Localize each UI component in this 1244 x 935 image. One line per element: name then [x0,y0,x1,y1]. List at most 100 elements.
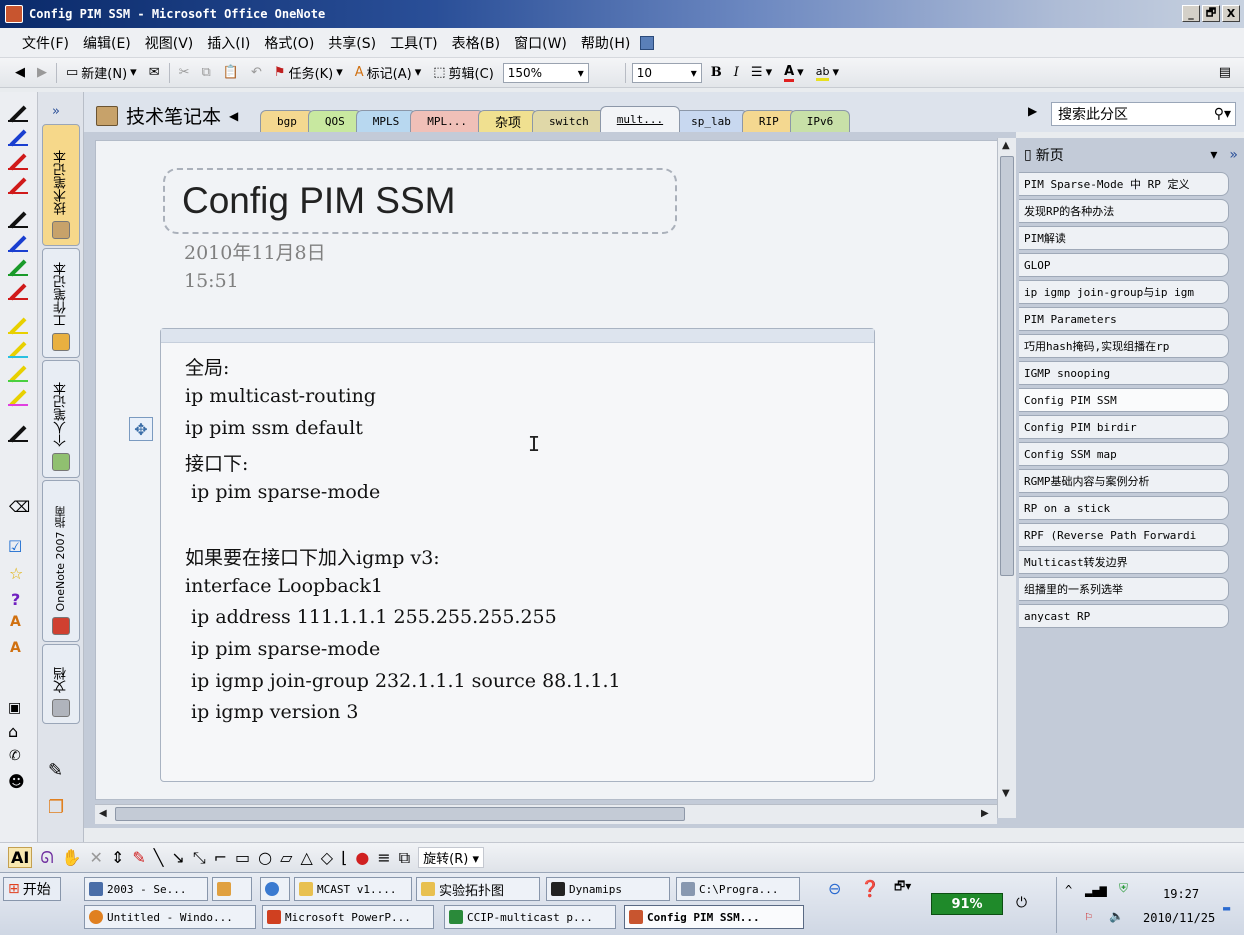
page-tab[interactable]: Config PIM birdir [1019,415,1229,439]
bullets-button[interactable]: ☰ ▾ [748,65,775,80]
tag-button[interactable]: A 标记(A) ▾ [352,63,424,82]
page-tab[interactable]: Multicast转发边界 [1019,550,1229,574]
page-tab[interactable]: RGMP基础内容与案例分析 [1019,469,1229,493]
scroll-left-icon[interactable]: ◀ [99,808,107,819]
notebook-tab-tech[interactable]: 技术笔记本 [42,124,80,246]
note-container[interactable]: 全局: ip multicast-routing ip pim ssm defa… [160,328,875,782]
eraser-icon[interactable]: ⌫ [9,498,30,516]
menu-help[interactable]: 帮助(H) [577,33,640,53]
section-tab-bgp[interactable]: bgp [260,110,314,132]
page-tab[interactable]: ip igmp join-group与ip igm [1019,280,1229,304]
close-button[interactable]: X [1222,5,1240,22]
cut-button[interactable]: ✂ [176,65,193,80]
clip-button[interactable]: ⬚ 剪辑(C) [430,63,497,82]
graph-icon[interactable]: ⌊ [341,848,347,867]
menu-share[interactable]: 共享(S) [324,33,386,53]
page-tab[interactable]: PIM解读 [1019,226,1229,250]
taskbar-item[interactable]: 2003 - Se... [84,877,208,901]
page-tab[interactable]: anycast RP [1019,604,1229,628]
section-tab-mpl[interactable]: MPL... [410,110,484,132]
section-tab-mpls[interactable]: MPLS [355,110,417,132]
taskbar-item[interactable]: Microsoft PowerP... [262,905,434,929]
restore-icon[interactable]: 🗗▾ [894,877,911,898]
layout-pane-button[interactable]: ▤ [1216,65,1234,80]
expand-tray-icon[interactable]: ^ [1065,883,1072,897]
rotate-button[interactable]: 旋转(R) ▾ [418,847,484,868]
note-line[interactable]: ip pim sparse-mode [185,481,380,503]
axis-tool-icon[interactable]: ⌐ [214,848,227,867]
taskbar-item[interactable]: CCIP-multicast p... [444,905,616,929]
highlight-a-icon[interactable]: A [10,614,21,630]
back-button[interactable]: ◀ [12,65,28,80]
note-line[interactable]: ip pim sparse-mode [185,638,380,660]
restore-button[interactable]: 🗗 [1202,5,1220,22]
taskbar-item-active[interactable]: Config PIM SSM... [624,905,804,929]
star-icon[interactable]: ☆ [9,564,23,583]
taskbar-item[interactable] [212,877,252,901]
rectangle-icon[interactable]: ▭ [235,848,250,867]
menu-edit[interactable]: 编辑(E) [79,33,141,53]
menu-file[interactable]: 文件(F) [18,33,79,53]
people-icon[interactable]: ☻ [8,772,25,791]
font-size-select[interactable]: 10 ▾ [631,62,702,83]
menu-window[interactable]: 窗口(W) [510,33,577,53]
panning-hand-icon[interactable]: ✋ [62,848,82,867]
color-picker-icon[interactable]: ● [355,848,369,867]
search-icon[interactable]: ⚲▾ [1214,106,1231,122]
notebook-tab-personal[interactable]: 个人笔记本 [42,360,80,478]
note-line[interactable]: ip igmp join-group 232.1.1.1 source 88.1… [185,670,621,692]
triangle-icon[interactable]: △ [300,848,312,867]
taskbar-item[interactable]: C:\Progra... [676,877,800,901]
forward-button[interactable]: ▶ [34,65,50,80]
signal-icon[interactable]: ▂▄▆ [1085,883,1107,897]
menu-view[interactable]: 视图(V) [141,33,204,53]
section-tab-qos[interactable]: QOS [307,110,362,132]
checkbox-icon[interactable]: ☑ [8,537,22,556]
page-title[interactable]: Config PIM SSM [182,180,455,222]
section-tab-sp-lab[interactable]: sp_lab [674,110,748,132]
section-tab-switch[interactable]: switch [532,110,606,132]
notebook-tab-work[interactable]: 工作笔记本 [42,248,80,358]
scroll-down-icon[interactable]: ▼ [1002,788,1010,799]
copy-button[interactable]: ⧉ [199,65,214,80]
notebook-tab-docs[interactable]: 文档 [42,644,80,724]
page-tab[interactable]: 发现RP的各种办法 [1019,199,1229,223]
help-icon[interactable]: ❓ [860,879,880,898]
text-tool-icon[interactable]: AI [8,847,33,868]
page-tab[interactable]: 巧用hash掩码,实现组播在rp [1019,334,1229,358]
phone-icon[interactable]: ✆ [9,748,21,764]
scroll-left-icon[interactable]: ◀ [229,109,238,123]
note-line[interactable]: ip pim ssm default [185,417,363,439]
expand-navigation-icon[interactable]: » [52,104,60,119]
taskbar-item[interactable]: MCAST v1.... [294,877,412,901]
contact-icon[interactable]: ▣ [8,700,21,716]
question-icon[interactable]: ? [11,590,20,609]
pen-tool-icon[interactable]: ✎ [132,848,145,867]
taskbar-item[interactable]: Dynamips [546,877,670,901]
security-shield-icon[interactable]: ⛨ [1119,881,1128,896]
line-tool-icon[interactable]: ╲ [154,848,164,867]
page-tab[interactable]: GLOP [1019,253,1229,277]
page-tab[interactable]: Config SSM map [1019,442,1229,466]
paste-button[interactable]: 📋 [220,65,242,80]
page-tab[interactable]: RPF (Reverse Path Forwardi [1019,523,1229,547]
scroll-thumb[interactable] [115,807,685,821]
arrow-tool-icon[interactable]: ↘ [171,848,184,867]
scroll-right-icon[interactable]: ▶ [1028,104,1037,118]
note-line[interactable]: 接口下: [185,449,248,476]
undo-button[interactable]: ↶ [248,65,265,80]
clock-date[interactable]: 2010/11/25 [1143,911,1215,925]
notebook-tab-guide[interactable]: OneNote 2007 指南 [42,480,80,642]
taskbar-item[interactable] [260,877,290,901]
scroll-up-icon[interactable]: ▲ [1002,140,1010,151]
unfiled-notes-icon[interactable]: ✎ [48,760,63,781]
section-tab-ipv6[interactable]: IPv6 [789,110,851,132]
menu-insert[interactable]: 插入(I) [203,33,260,53]
show-desktop-icon[interactable]: ▬ [1223,901,1230,915]
note-line[interactable]: interface Loopback1 [185,575,383,597]
bold-button[interactable]: B [708,65,725,80]
highlight-button[interactable]: ab ▾ [813,65,842,81]
new-page-button[interactable]: ▯ 新页 ▾ » [1020,142,1238,168]
minimize-button[interactable]: _ [1182,5,1200,22]
page-tab[interactable]: PIM Parameters [1019,307,1229,331]
